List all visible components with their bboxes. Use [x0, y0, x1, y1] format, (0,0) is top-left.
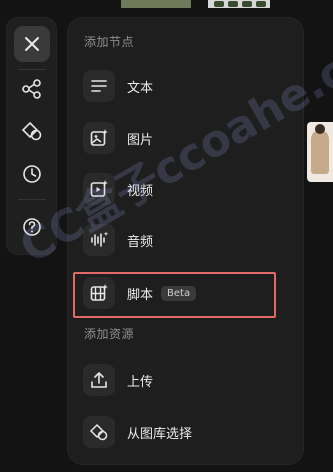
gallery-icon — [83, 416, 115, 448]
item-label: 视频 — [127, 183, 154, 199]
text-icon — [83, 70, 115, 102]
item-label: 文本 — [127, 80, 154, 96]
help-icon — [23, 218, 41, 236]
divider — [18, 199, 46, 200]
item-label: 从图库选择 — [127, 426, 193, 442]
shapes-icon — [21, 121, 42, 141]
add-script-node[interactable]: 脚本 Beta — [83, 276, 197, 310]
audio-icon — [83, 224, 115, 256]
close-icon — [25, 37, 39, 51]
upload-icon — [83, 364, 115, 396]
add-node-panel: 添加节点 文本 图片 视频 音频 脚本 Beta 添加资源 上传 从图库选择 — [67, 17, 304, 465]
section-title-nodes: 添加节点 — [84, 35, 135, 49]
nodes-icon — [22, 79, 41, 99]
upload-button[interactable]: 上传 — [83, 363, 153, 397]
video-icon — [83, 173, 115, 205]
item-label: 图片 — [127, 132, 154, 148]
canvas-thumbnail — [208, 0, 270, 8]
add-audio-node[interactable]: 音频 — [83, 223, 153, 257]
canvas-thumbnail — [121, 0, 191, 8]
item-label: 脚本 — [127, 287, 154, 303]
add-text-node[interactable]: 文本 — [83, 69, 153, 103]
add-video-node[interactable]: 视频 — [83, 172, 153, 206]
add-image-node[interactable]: 图片 — [83, 121, 153, 155]
close-button[interactable] — [14, 26, 50, 62]
script-icon — [83, 277, 115, 309]
beta-badge: Beta — [161, 285, 197, 301]
divider — [18, 69, 46, 70]
left-toolbar — [6, 17, 57, 255]
item-label: 上传 — [127, 374, 154, 390]
help-button[interactable] — [14, 209, 50, 245]
shapes-button[interactable] — [14, 113, 50, 149]
image-icon — [83, 122, 115, 154]
history-icon — [23, 165, 41, 183]
select-from-gallery-button[interactable]: 从图库选择 — [83, 415, 192, 449]
canvas-thumbnail — [307, 122, 333, 182]
nodes-button[interactable] — [14, 71, 50, 107]
history-button[interactable] — [14, 156, 50, 192]
section-title-assets: 添加资源 — [84, 327, 135, 341]
item-label: 音频 — [127, 234, 154, 250]
